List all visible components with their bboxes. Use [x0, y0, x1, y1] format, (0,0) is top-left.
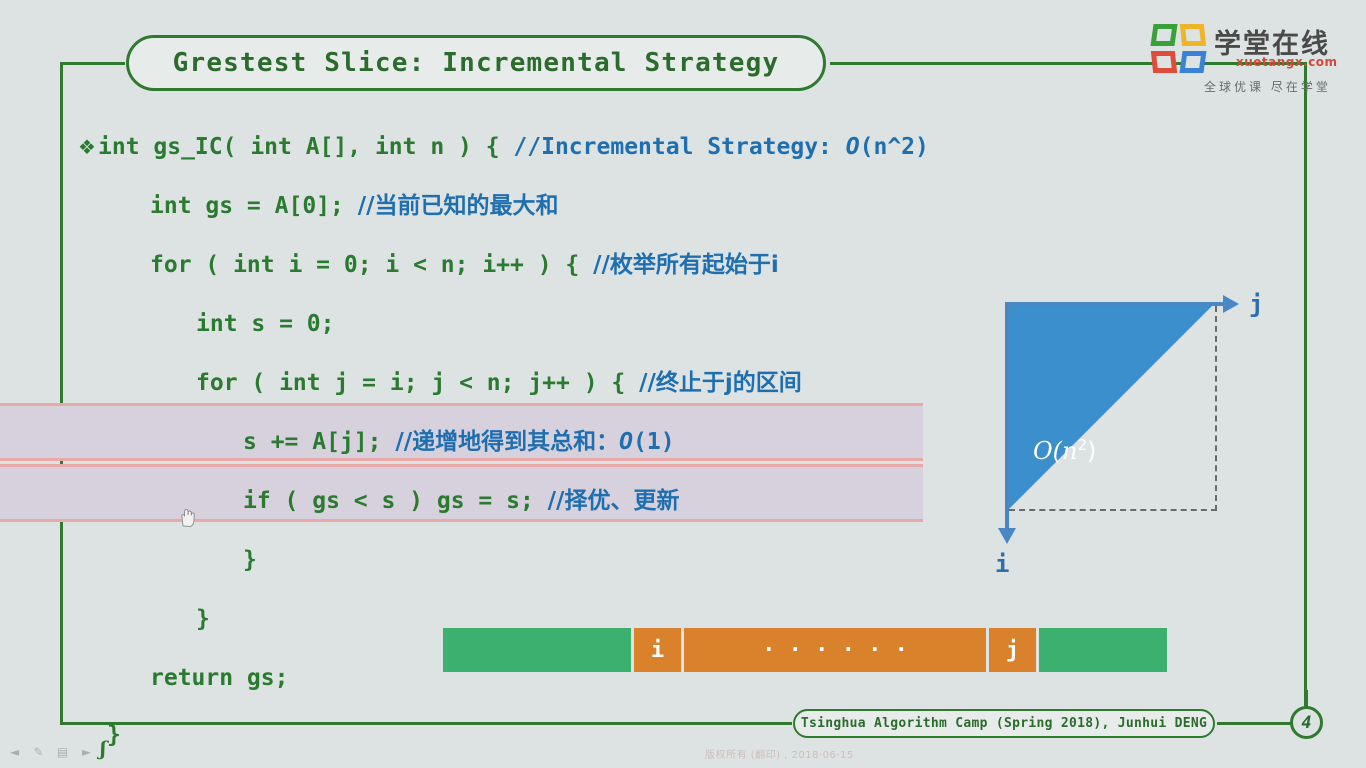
code-line-3: int s = 0;	[78, 295, 1258, 354]
logo-tagline: 全球优课 尽在学堂	[1204, 80, 1331, 94]
logo-square-yellow	[1179, 24, 1207, 46]
code-line-8: }	[78, 590, 1258, 649]
page-number-badge: 4	[1290, 706, 1323, 739]
code-comment: //Incremental Strategy:	[513, 134, 846, 160]
code-line-4: for ( int j = i; j < n; j++ ) { //终止于j的区…	[78, 354, 1258, 413]
logo-square-blue	[1179, 51, 1207, 73]
code-text: for ( int j = i; j < n; j++ ) {	[196, 370, 640, 396]
code-text: }	[196, 606, 210, 632]
code-closing-brace: }	[107, 722, 121, 748]
code-text: s += A[j];	[243, 429, 396, 455]
logo-squares-icon	[1150, 24, 1207, 76]
code-text: int gs_IC( int A[], int n ) {	[98, 134, 514, 160]
hand-cursor-icon	[181, 509, 195, 527]
code-text: int s = 0;	[196, 311, 335, 337]
xuetangx-logo: 学堂在线 xuetangx.com 全球优课 尽在学堂	[1150, 18, 1352, 96]
code-line-1: int gs = A[0]; //当前已知的最大和	[78, 177, 1258, 236]
code-line-5-highlighted: s += A[j]; //递增地得到其总和：O(1)	[78, 413, 1258, 472]
bullet-diamond-icon: ❖	[78, 135, 96, 159]
page-title: Grestest Slice: Incremental Strategy	[172, 48, 780, 78]
logo-square-red	[1150, 51, 1178, 73]
pen-icon[interactable]: ✎	[30, 744, 47, 759]
code-comment-tail: (1)	[633, 429, 675, 455]
next-arrow-icon[interactable]: ►	[78, 744, 95, 759]
code-comment: //择优、更新	[547, 488, 680, 514]
prev-arrow-icon[interactable]: ◄	[6, 744, 23, 759]
code-text: }	[243, 547, 257, 573]
code-text: if ( gs < s ) gs = s;	[243, 488, 548, 514]
code-text: return gs;	[150, 665, 289, 691]
code-line-7: }	[78, 531, 1258, 590]
code-comment: //当前已知的最大和	[357, 193, 559, 219]
code-comment: //枚举所有起始于i	[593, 252, 779, 278]
code-comment: //递增地得到其总和：	[395, 429, 620, 455]
footer-text: Tsinghua Algorithm Camp (Spring 2018), J…	[800, 716, 1208, 731]
presenter-tray[interactable]: ◄ ✎ ▤ ►	[6, 744, 95, 759]
code-comment-italic: O	[845, 134, 860, 160]
code-comment: //终止于j的区间	[639, 370, 802, 396]
code-text: int gs = A[0];	[150, 193, 358, 219]
slide-title-pill: Grestest Slice: Incremental Strategy	[126, 35, 826, 91]
presentation-slide: Grestest Slice: Incremental Strategy 学堂在…	[0, 0, 1366, 768]
ink-annotation-mark: ʃ	[100, 738, 107, 760]
logo-square-green	[1150, 24, 1178, 46]
code-text: for ( int i = 0; i < n; i++ ) {	[150, 252, 594, 278]
slide-footer-pill: Tsinghua Algorithm Camp (Spring 2018), J…	[793, 709, 1215, 738]
code-block: ❖int gs_IC( int A[], int n ) { //Increme…	[78, 118, 1258, 708]
copyright-watermark: 版权所有 (翻印) , 2018·06·15	[705, 750, 854, 761]
code-line-6-highlighted: if ( gs < s ) gs = s; //择优、更新	[78, 472, 1258, 531]
code-line-2: for ( int i = 0; i < n; i++ ) { //枚举所有起始…	[78, 236, 1258, 295]
slide-menu-icon[interactable]: ▤	[54, 744, 71, 759]
code-line-9: return gs;	[78, 649, 1258, 708]
logo-url: xuetangx.com	[1236, 55, 1338, 69]
code-line-0: ❖int gs_IC( int A[], int n ) { //Increme…	[78, 118, 1258, 177]
code-comment-tail: (n^2)	[859, 134, 929, 160]
code-comment-italic: O	[619, 429, 633, 455]
